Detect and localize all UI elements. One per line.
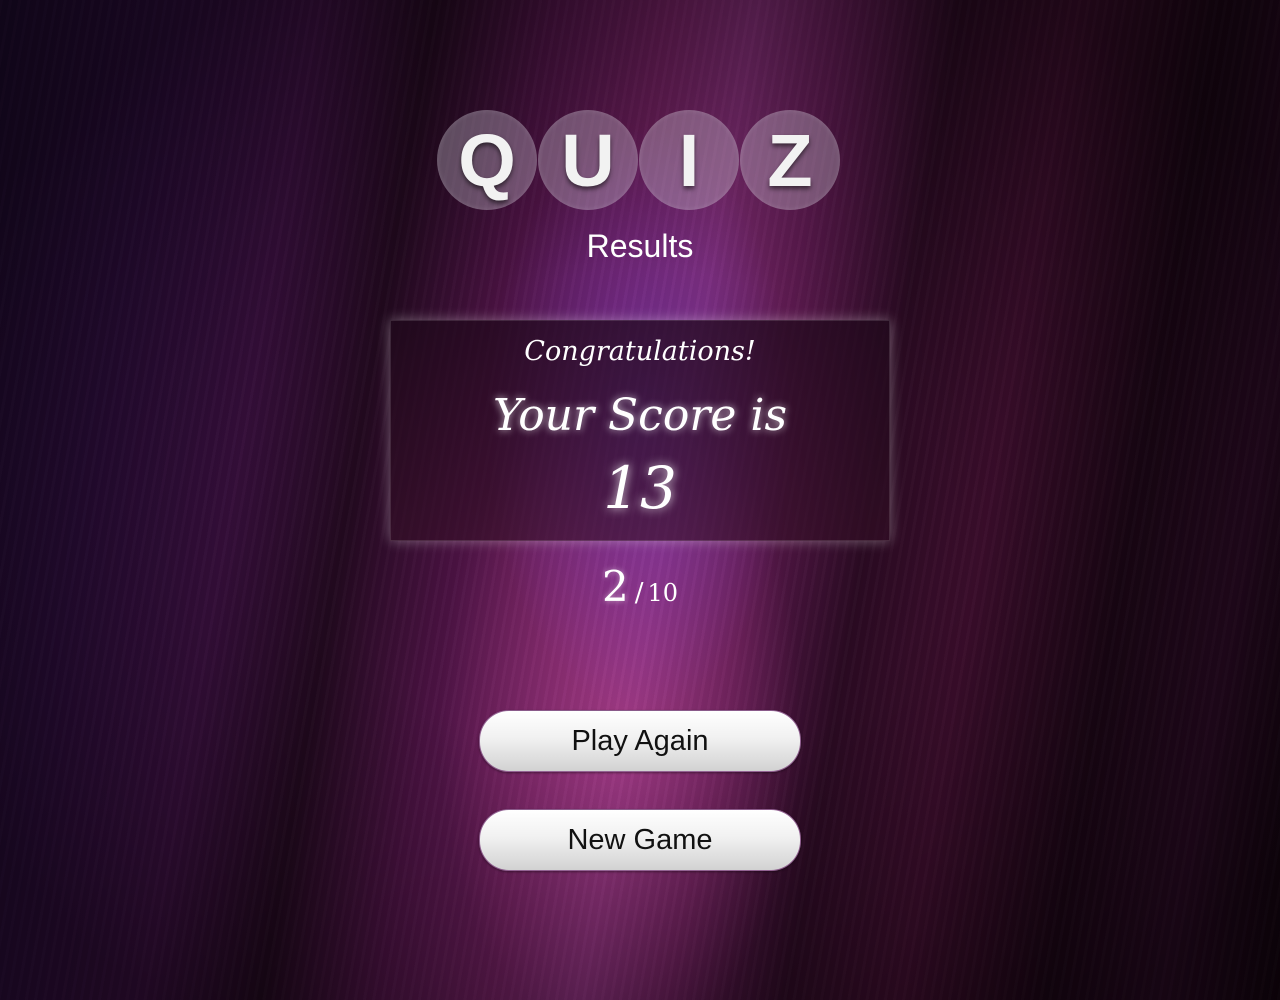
page-subtitle: Results	[586, 228, 694, 264]
score-label: Your Score is	[492, 390, 788, 441]
quiz-logo: Q U I Z	[437, 110, 843, 210]
play-again-button[interactable]: Play Again	[479, 710, 801, 772]
progress-current: 2	[601, 562, 629, 611]
progress-total: 10	[647, 579, 679, 607]
congratulations-text: Congratulations!	[524, 336, 756, 367]
logo-letter: Q	[437, 110, 537, 210]
score-panel: Congratulations! Your Score is 13	[390, 320, 890, 541]
progress-separator: /	[634, 578, 644, 608]
score-value: 13	[603, 454, 677, 522]
question-progress: 2/10	[0, 562, 1280, 611]
logo-letter: U	[538, 110, 638, 210]
logo-letter: I	[639, 110, 739, 210]
logo-letter: Z	[740, 110, 840, 210]
new-game-button[interactable]: New Game	[479, 809, 801, 871]
